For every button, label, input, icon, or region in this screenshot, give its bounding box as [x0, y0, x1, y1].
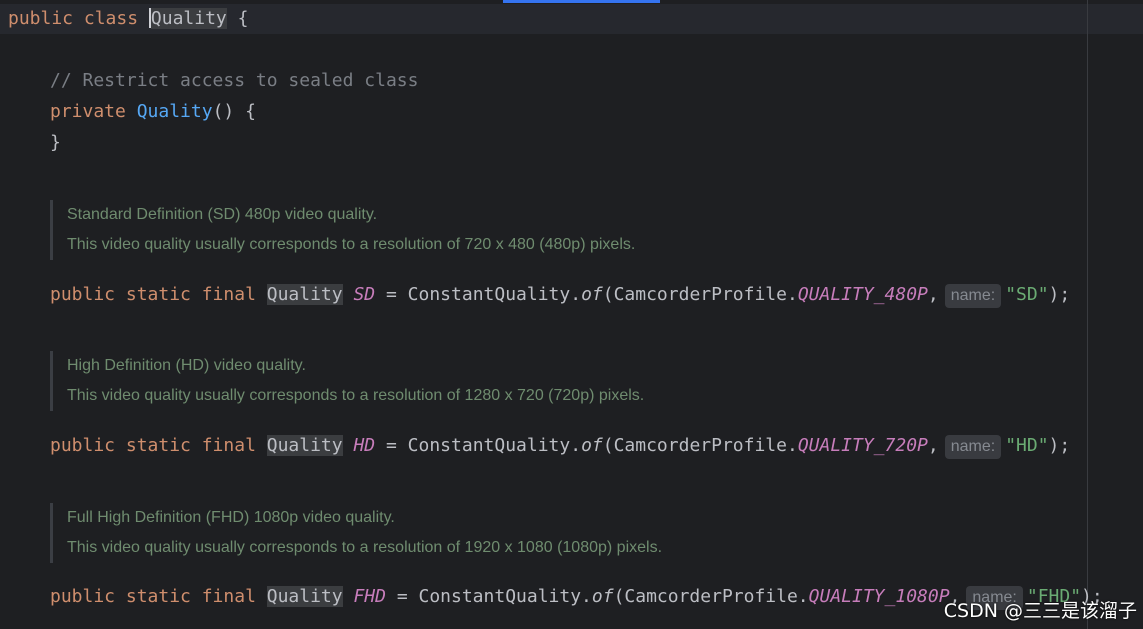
- statement-end: );: [1048, 284, 1071, 305]
- argument-class: (CamcorderProfile.: [602, 284, 798, 305]
- field-name[interactable]: SD: [353, 284, 375, 305]
- field-type[interactable]: Quality: [266, 586, 343, 607]
- constructor-name[interactable]: Quality: [137, 101, 213, 122]
- constructor-modifier: private: [50, 101, 126, 122]
- code-editor[interactable]: public class Quality { // Restrict acces…: [0, 0, 1143, 629]
- code-line-constructor-close[interactable]: }: [50, 130, 61, 156]
- code-line-sd[interactable]: public static final Quality SD = Constan…: [50, 282, 1070, 308]
- field-type[interactable]: Quality: [266, 284, 343, 305]
- class-modifiers: public class: [8, 8, 139, 29]
- constructor-params: () {: [212, 101, 256, 122]
- doc-line: This video quality usually corresponds t…: [67, 539, 663, 556]
- doc-line: This video quality usually corresponds t…: [67, 387, 645, 404]
- field-type[interactable]: Quality: [266, 435, 343, 456]
- field-modifiers: public static final: [50, 284, 256, 305]
- argument-constant[interactable]: QUALITY_1080P: [809, 586, 950, 607]
- doc-comment-sd: Standard Definition (SD) 480p video qual…: [50, 200, 967, 260]
- doc-comment-hd: High Definition (HD) video quality. This…: [50, 351, 967, 411]
- comma: ,: [927, 284, 939, 305]
- method-name[interactable]: of: [581, 284, 603, 305]
- field-name[interactable]: HD: [353, 435, 375, 456]
- string-literal: "SD": [1005, 284, 1049, 305]
- statement-end: );: [1048, 435, 1071, 456]
- code-line-constructor[interactable]: private Quality() {: [50, 99, 256, 125]
- class-name[interactable]: Quality: [150, 8, 227, 29]
- field-modifiers: public static final: [50, 435, 256, 456]
- parameter-hint: name:: [944, 284, 1002, 308]
- method-name[interactable]: of: [581, 435, 603, 456]
- argument-class: (CamcorderProfile.: [602, 435, 798, 456]
- right-margin-guide: [1087, 0, 1088, 629]
- code-line-comment[interactable]: // Restrict access to sealed class: [50, 68, 418, 94]
- doc-line: Standard Definition (SD) 480p video qual…: [67, 206, 378, 223]
- class-ref[interactable]: ConstantQuality.: [408, 284, 581, 305]
- assign-operator: =: [385, 435, 397, 456]
- doc-line: High Definition (HD) video quality.: [67, 357, 306, 374]
- assign-operator: =: [396, 586, 408, 607]
- doc-line: Full High Definition (FHD) 1080p video q…: [67, 509, 395, 526]
- method-name[interactable]: of: [592, 586, 614, 607]
- string-literal: "HD": [1005, 435, 1049, 456]
- code-line-hd[interactable]: public static final Quality HD = Constan…: [50, 433, 1070, 459]
- open-brace: {: [237, 8, 249, 29]
- class-ref[interactable]: ConstantQuality.: [419, 586, 592, 607]
- field-name[interactable]: FHD: [353, 586, 386, 607]
- code-line-class-declaration[interactable]: public class Quality {: [8, 6, 248, 32]
- tab-indicator: [503, 0, 660, 3]
- assign-operator: =: [385, 284, 397, 305]
- class-ref[interactable]: ConstantQuality.: [408, 435, 581, 456]
- argument-constant[interactable]: QUALITY_480P: [798, 284, 928, 305]
- argument-class: (CamcorderProfile.: [613, 586, 809, 607]
- argument-constant[interactable]: QUALITY_720P: [798, 435, 928, 456]
- parameter-hint: name:: [944, 435, 1002, 459]
- doc-line: This video quality usually corresponds t…: [67, 236, 636, 253]
- doc-comment-fhd: Full High Definition (FHD) 1080p video q…: [50, 503, 967, 563]
- watermark: CSDN @三三是该溜子: [943, 600, 1137, 622]
- field-modifiers: public static final: [50, 586, 256, 607]
- comma: ,: [927, 435, 939, 456]
